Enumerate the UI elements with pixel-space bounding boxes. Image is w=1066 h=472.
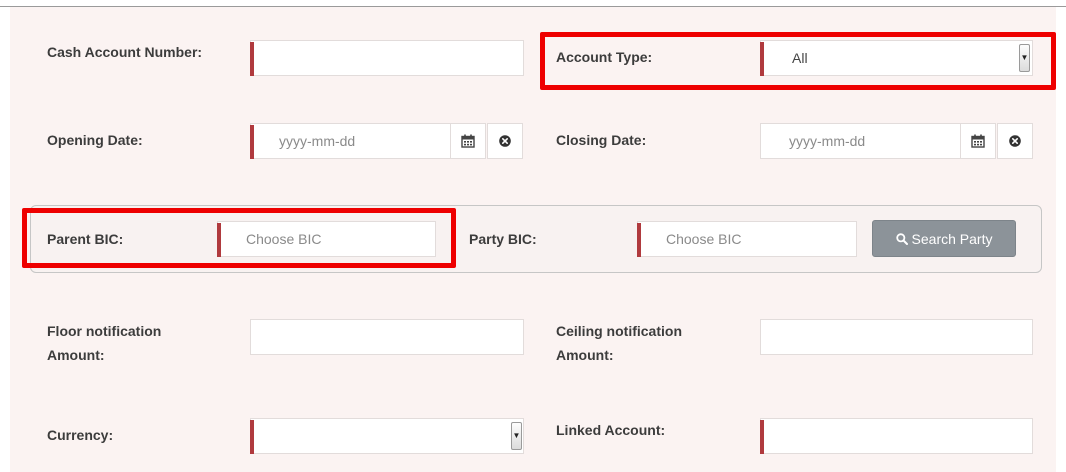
search-party-button[interactable]: Search Party [872,220,1016,257]
linked-account-field[interactable] [760,418,1033,454]
opening-date-input[interactable] [251,124,450,158]
closing-date-calendar-button[interactable] [960,123,996,159]
required-marker [250,420,254,454]
parent-bic-field[interactable] [217,221,436,257]
dropdown-arrow-icon[interactable]: ▼ [1019,44,1030,72]
linked-account-input[interactable] [761,419,1032,453]
closing-date-clear-button[interactable] [997,123,1033,159]
clear-circle-icon [499,135,511,147]
closing-date-field[interactable] [760,123,961,159]
search-party-label: Search Party [911,230,993,247]
opening-date-calendar-button[interactable] [450,123,486,159]
ceiling-notification-amount-field[interactable] [760,319,1033,355]
linked-account-label: Linked Account: [556,422,666,438]
currency-label: Currency: [47,427,114,443]
cash-account-number-input[interactable] [251,41,523,75]
floor-notification-label-line2: Amount: [47,347,105,363]
ceiling-notification-label-line2: Amount: [556,347,614,363]
ceiling-notification-label-line1: Ceiling notification [556,323,682,339]
floor-notification-amount-field[interactable] [250,319,524,355]
closing-date-input[interactable] [761,124,960,158]
opening-date-field[interactable] [250,123,451,159]
opening-date-clear-button[interactable] [487,123,523,159]
dropdown-arrow-icon[interactable]: ▼ [511,422,522,450]
ceiling-notification-amount-input[interactable] [761,320,1032,354]
party-bic-label: Party BIC: [469,231,537,247]
currency-select[interactable]: ▼ [250,418,524,454]
parent-bic-input[interactable] [218,222,435,256]
closing-date-label: Closing Date: [556,132,647,148]
search-icon [895,232,908,245]
calendar-icon [461,134,475,148]
account-type-label: Account Type: [556,49,653,65]
calendar-icon [971,134,985,148]
account-type-select[interactable]: All ▼ [760,40,1033,76]
account-type-selected-value: All [792,50,808,66]
party-bic-input[interactable] [638,222,856,256]
required-marker [760,42,764,76]
clear-circle-icon [1009,135,1021,147]
cash-account-number-field[interactable] [250,40,524,76]
floor-notification-amount-input[interactable] [251,320,523,354]
opening-date-label: Opening Date: [47,132,143,148]
parent-bic-label: Parent BIC: [47,231,124,247]
cash-account-number-label: Cash Account Number: [47,44,203,60]
party-bic-field[interactable] [637,221,857,257]
floor-notification-label-line1: Floor notification [47,323,162,339]
